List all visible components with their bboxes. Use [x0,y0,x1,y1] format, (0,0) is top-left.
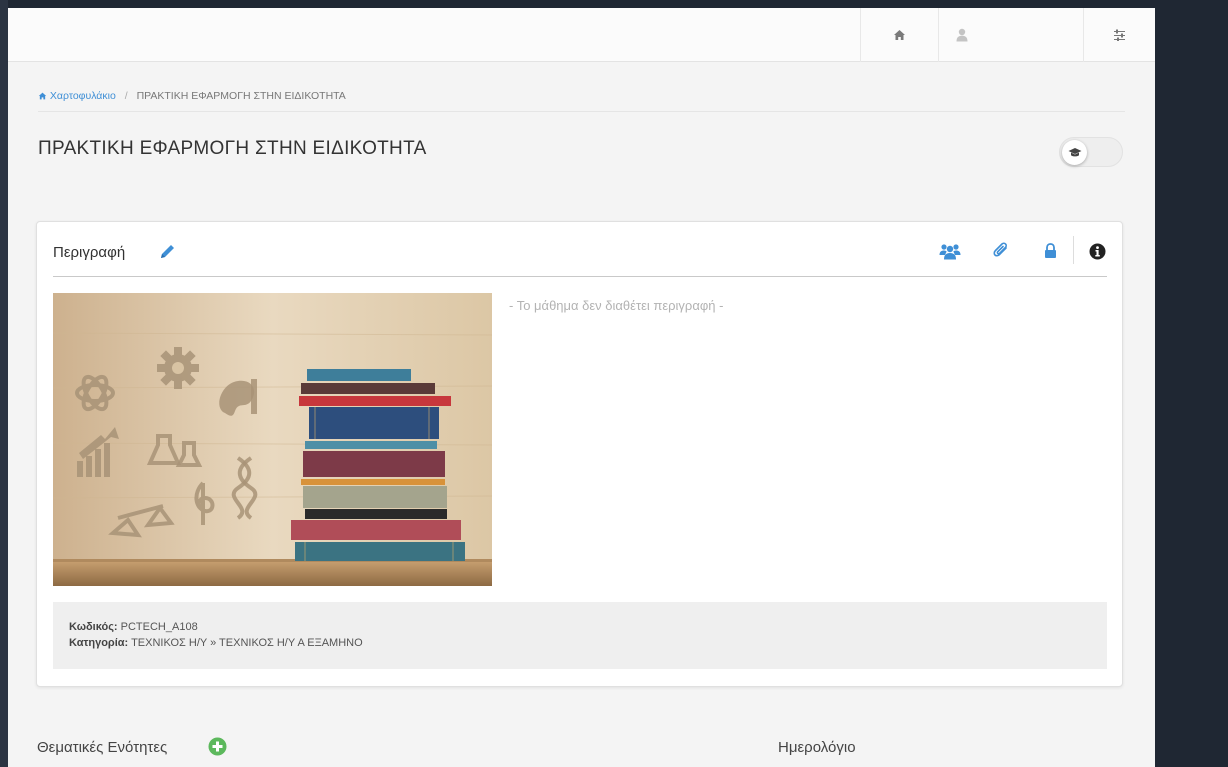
breadcrumb-divider [38,111,1125,112]
toggle-knob[interactable] [1062,140,1087,165]
info-icon [1089,243,1105,259]
course-code-value: PCTECH_A108 [120,621,198,633]
panel-header: Περιγραφή [53,222,1107,277]
paperclip-icon [993,242,1007,257]
left-edge [0,0,8,767]
top-navbar [8,8,1155,62]
course-category-label: Κατηγορία: [69,637,129,649]
course-info-box: Κωδικός: PCTECH_A108 Κατηγορία: ΤΕΧΝΙΚΟΣ… [53,602,1107,669]
home-icon [38,92,47,100]
lock-icon [1044,243,1056,258]
add-unit-icon[interactable] [208,737,227,756]
student-view-toggle[interactable] [1059,137,1123,167]
lock-button[interactable] [1039,240,1061,262]
course-category-value: ΤΕΧΝΙΚΟΣ Η/Υ » ΤΕΧΝΙΚΟΣ Η/Υ Α ΕΞΑΜΗΝΟ [131,637,363,649]
app-window: Χαρτοφυλάκιο / ΠΡΑΚΤΙΚΗ ΕΦΑΡΜΟΓΗ ΣΤΗΝ ΕΙ… [8,8,1155,767]
course-category-line: Κατηγορία: ΤΕΧΝΙΚΟΣ Η/Υ » ΤΕΧΝΙΚΟΣ Η/Υ Α… [69,637,363,649]
sliders-icon [1114,29,1125,41]
page-title: ΠΡΑΚΤΙΚΗ ΕΦΑΡΜΟΓΗ ΣΤΗΝ ΕΙΔΙΚΟΤΗΤΑ [38,138,427,159]
user-icon [956,28,968,42]
home-button[interactable] [860,8,938,62]
course-code-line: Κωδικός: PCTECH_A108 [69,621,198,633]
course-image [53,293,492,586]
no-description-text: - Το μάθημα δεν διαθέτει περιγραφή - [509,298,724,313]
graduation-cap-icon [1068,148,1081,157]
course-code-label: Κωδικός: [69,621,118,633]
breadcrumb: Χαρτοφυλάκιο / ΠΡΑΚΤΙΚΗ ΕΦΑΡΜΟΓΗ ΣΤΗΝ ΕΙ… [38,90,346,102]
calendar-section-title: Ημερολόγιο [778,739,856,756]
user-menu[interactable] [938,8,1083,62]
breadcrumb-home-label[interactable]: Χαρτοφυλάκιο [50,90,116,102]
settings-button[interactable] [1083,8,1155,62]
info-button[interactable] [1086,240,1108,262]
breadcrumb-current: ΠΡΑΚΤΙΚΗ ΕΦΑΡΜΟΓΗ ΣΤΗΝ ΕΙΔΙΚΟΤΗΤΑ [136,90,346,102]
breadcrumb-home-link[interactable]: Χαρτοφυλάκιο [38,90,119,102]
units-section-title: Θεματικές Ενότητες [37,739,168,756]
pencil-icon[interactable] [159,243,176,260]
description-panel: Περιγραφή - Το μάθημα δεν διαθέτει περιγ… [36,221,1123,687]
header-divider [1073,236,1074,264]
breadcrumb-separator: / [124,90,128,102]
panel-title: Περιγραφή [53,244,126,261]
users-icon [939,243,961,259]
attachments-button[interactable] [990,240,1012,262]
home-icon [894,30,905,40]
users-button[interactable] [939,240,961,262]
